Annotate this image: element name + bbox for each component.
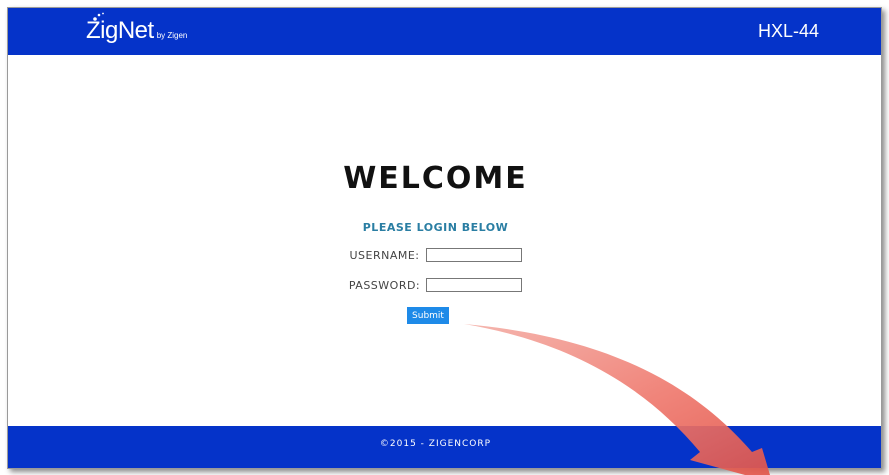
username-label: USERNAME:	[349, 248, 420, 262]
password-input[interactable]	[426, 278, 523, 292]
submit-button[interactable]: Submit	[407, 307, 449, 324]
login-subtitle: PLEASE LOGIN BELOW	[362, 221, 509, 234]
zignet-logo[interactable]: ZigNet by Zigen	[86, 12, 188, 49]
password-label: PASSWORD:	[348, 278, 421, 292]
device-id: HXL-44	[757, 21, 819, 41]
username-row: USERNAME:	[8, 248, 863, 262]
footer-bar: ©2015 - ZIGENCORP	[8, 426, 881, 468]
browser-viewport: ZigNet by Zigen HXL-44 WELCOME PLEASE LOG…	[7, 7, 882, 469]
copyright-text: ©2015 - ZIGENCORP	[379, 439, 492, 449]
password-row: PASSWORD:	[8, 278, 863, 292]
welcome-heading: WELCOME	[343, 161, 528, 196]
header-bar: ZigNet by Zigen HXL-44	[8, 8, 881, 55]
logo-dots-icon	[93, 12, 104, 21]
logo-byline: by Zigen	[156, 31, 188, 40]
login-panel: WELCOME PLEASE LOGIN BELOW USERNAME: PAS…	[8, 55, 881, 426]
username-input[interactable]	[425, 248, 522, 262]
